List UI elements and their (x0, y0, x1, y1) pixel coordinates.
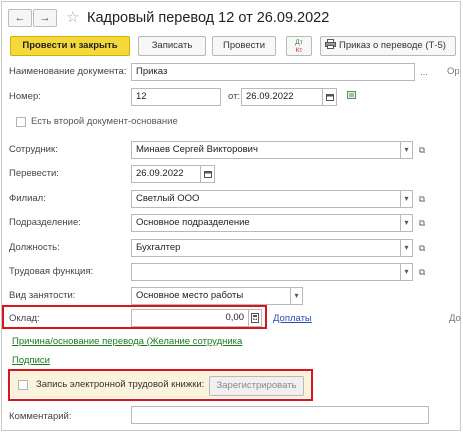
labor-function-open-button[interactable]: ⧉ (415, 263, 429, 281)
post-and-close-button[interactable]: Провести и закрыть (10, 36, 130, 56)
chevron-down-icon: ▾ (404, 218, 409, 227)
chevron-down-icon: ▾ (294, 291, 299, 300)
department-dropdown[interactable]: ▾ (401, 214, 413, 232)
transfer-reason-link[interactable]: Причина/основание перевода (Желание сотр… (12, 336, 242, 347)
department-input[interactable]: Основное подразделение (131, 214, 401, 232)
employee-open-button[interactable]: ⧉ (415, 141, 429, 159)
window-title: Кадровый перевод 12 от 26.09.2022 (87, 10, 330, 26)
employee-label: Сотрудник: (9, 144, 58, 155)
branch-label: Филиал: (9, 193, 46, 204)
favorite-star-icon[interactable]: ☆ (66, 8, 79, 28)
back-button[interactable]: ← (8, 9, 32, 27)
signatures-link[interactable]: Подписи (12, 355, 50, 366)
ellipsis-icon: ... (420, 67, 428, 77)
position-input[interactable]: Бухгалтер (131, 239, 401, 257)
branch-dropdown[interactable]: ▾ (401, 190, 413, 208)
department-open-button[interactable]: ⧉ (415, 214, 429, 232)
employee-dropdown[interactable]: ▾ (401, 141, 413, 159)
electronic-book-label: Запись электронной трудовой книжки: (36, 379, 205, 390)
second-basis-checkbox[interactable] (16, 117, 26, 127)
forward-arrow-icon: → (39, 12, 51, 24)
branch-input[interactable]: Светлый ООО (131, 190, 401, 208)
chevron-down-icon: ▾ (404, 145, 409, 154)
number-label: Номер: (9, 91, 41, 102)
comment-input[interactable] (131, 406, 429, 424)
chevron-down-icon: ▾ (404, 243, 409, 252)
doc-name-input[interactable]: Приказ (131, 63, 415, 81)
post-button[interactable]: Провести (212, 36, 276, 56)
allowances-link[interactable]: Доплаты (273, 313, 312, 324)
employee-input[interactable]: Минаев Сергей Викторович (131, 141, 401, 159)
date-input[interactable]: 26.09.2022 (241, 88, 323, 106)
register-button[interactable]: Зарегистрировать (209, 376, 304, 396)
date-label: от: (228, 91, 241, 102)
electronic-book-checkbox[interactable] (18, 380, 28, 390)
doc-name-suffix: Ор (447, 66, 460, 77)
transfer-calendar-button[interactable] (201, 165, 215, 183)
transfer-label: Перевести: (9, 168, 59, 179)
print-order-button[interactable]: Приказ о переводе (Т-5) (320, 36, 456, 56)
labor-function-label: Трудовая функция: (9, 266, 94, 277)
position-label: Должность: (9, 242, 60, 253)
open-link-icon: ⧉ (418, 267, 426, 277)
back-arrow-icon: ← (14, 12, 26, 24)
dt-kt-icon: Дт Кт (295, 39, 303, 54)
title-bar: ← → ☆ Кадровый перевод 12 от 26.09.2022 (8, 8, 448, 30)
open-link-icon: ⧉ (418, 194, 426, 204)
open-link-icon: ⧉ (418, 218, 426, 228)
doc-name-label: Наименование документа: (9, 66, 127, 77)
open-link-icon: ⧉ (418, 145, 426, 155)
labor-function-input[interactable] (131, 263, 401, 281)
second-basis-label: Есть второй документ-основание (31, 116, 178, 127)
branch-open-button[interactable]: ⧉ (415, 190, 429, 208)
print-order-label: Приказ о переводе (Т-5) (339, 40, 446, 51)
number-input[interactable]: 12 (131, 88, 221, 106)
save-button[interactable]: Записать (138, 36, 206, 56)
salary-input[interactable]: 0,00 (131, 309, 249, 327)
command-bar: Провести и закрыть Записать Провести Дт К… (8, 36, 458, 58)
document-window: ← → ☆ Кадровый перевод 12 от 26.09.2022 … (1, 1, 461, 431)
employment-type-select[interactable]: Основное место работы (131, 287, 291, 305)
calendar-icon (203, 171, 212, 178)
salary-label: Оклад: (9, 313, 40, 324)
date-calendar-button[interactable] (323, 88, 337, 106)
salary-calculator-button[interactable] (249, 309, 262, 327)
chevron-down-icon: ▾ (404, 267, 409, 276)
list-settings-icon (346, 91, 356, 99)
chevron-down-icon: ▾ (404, 194, 409, 203)
position-open-button[interactable]: ⧉ (415, 239, 429, 257)
calculator-icon (251, 313, 259, 323)
number-settings-button[interactable] (345, 88, 359, 106)
printer-icon (325, 39, 336, 49)
open-link-icon: ⧉ (418, 243, 426, 253)
labor-function-dropdown[interactable]: ▾ (401, 263, 413, 281)
position-dropdown[interactable]: ▾ (401, 239, 413, 257)
dt-kt-button[interactable]: Дт Кт (286, 36, 312, 56)
employment-type-dropdown[interactable]: ▾ (291, 287, 303, 305)
doc-name-more-button[interactable]: ... (417, 63, 431, 81)
comment-label: Комментарий: (9, 411, 72, 422)
forward-button[interactable]: → (33, 9, 57, 27)
transfer-date-input[interactable]: 26.09.2022 (131, 165, 201, 183)
employment-type-label: Вид занятости: (9, 290, 76, 301)
department-label: Подразделение: (9, 217, 81, 228)
calendar-icon (325, 94, 334, 101)
salary-right-label: До (449, 313, 461, 324)
